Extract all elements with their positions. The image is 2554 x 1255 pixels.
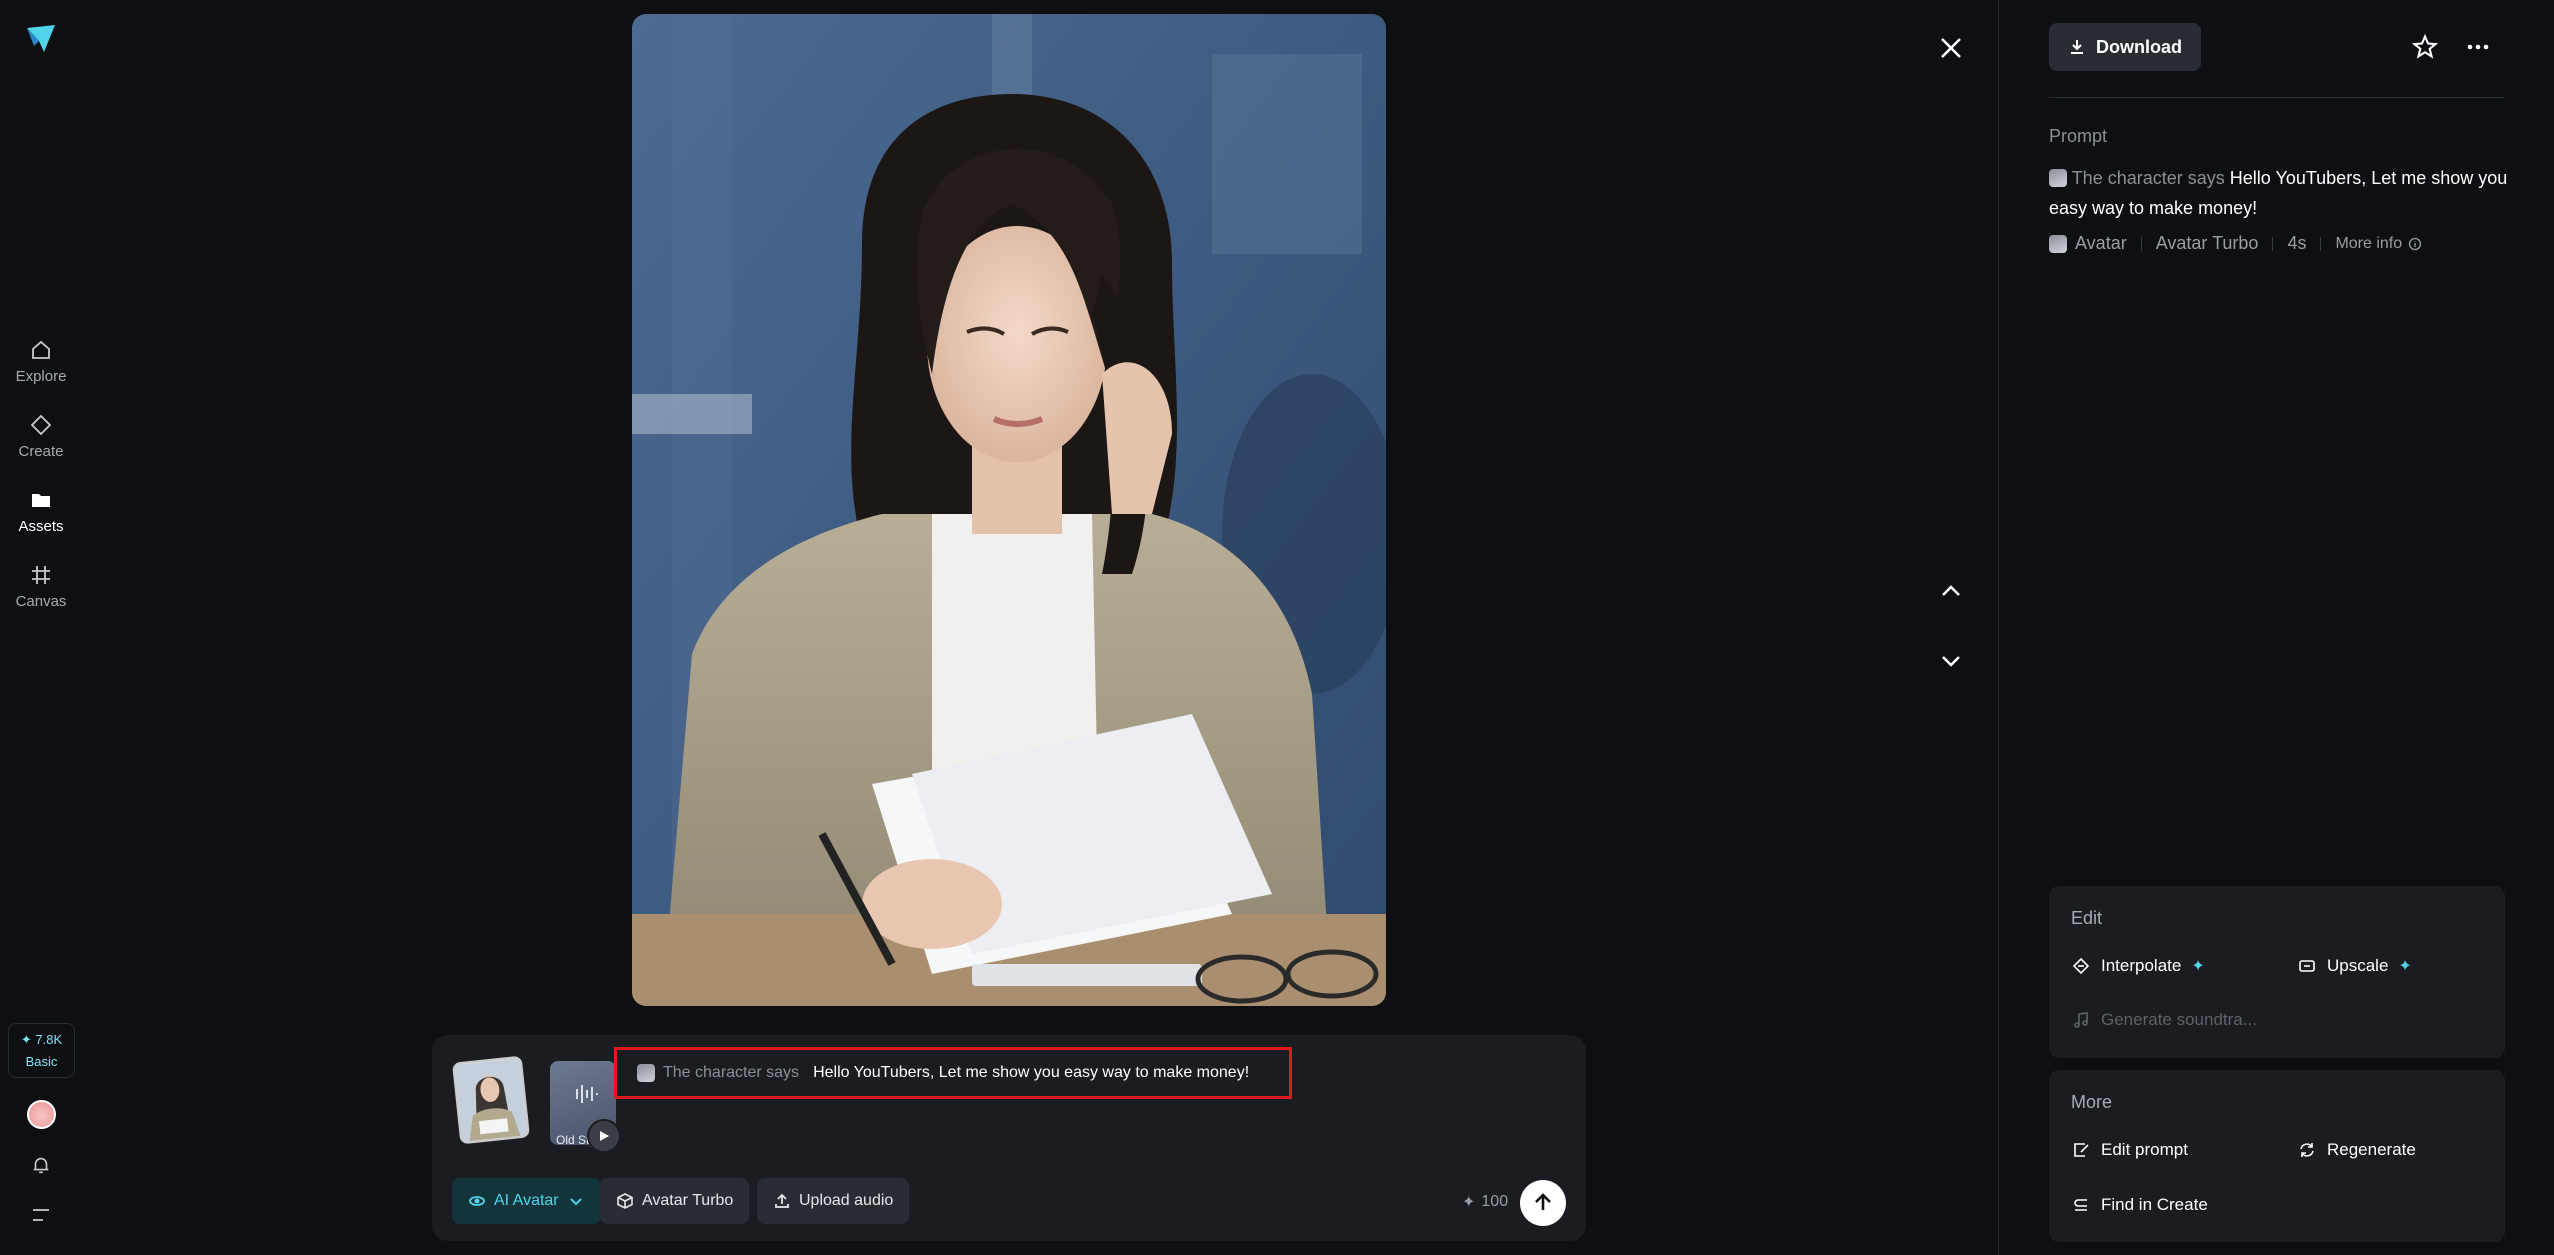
separator [2140,236,2142,251]
chevron-down-icon [569,1198,582,1206]
character-avatar-icon [637,1064,655,1082]
avatar[interactable] [27,1100,56,1129]
play-audio-button[interactable] [587,1119,621,1153]
character-avatar-icon [2049,169,2067,187]
more-card: More Edit prompt Regenerate Find in Crea… [2049,1070,2505,1242]
audio-wave-icon [576,1085,598,1103]
more-info-link[interactable]: More info [2335,235,2422,253]
folder-icon [32,494,50,507]
more-heading: More [2071,1092,2113,1112]
chevron-down-icon[interactable] [1938,648,1964,674]
meta-model: Avatar Turbo [2155,233,2259,253]
diamond-icon [30,414,52,436]
avatar-photo [632,14,1386,1006]
prompt-input[interactable]: The character says Hello YouTubers, Let … [614,1047,1292,1099]
plan-label: Basic [25,1054,58,1069]
download-label: Download [2096,36,2182,57]
download-icon [2071,40,2083,54]
prompt-composer: Old Style The character says Hello YouTu… [432,1035,1586,1241]
interpolate-label: Interpolate [2101,956,2182,975]
find-in-create-button[interactable]: Find in Create [2071,1195,2208,1215]
upload-icon [775,1193,789,1208]
info-icon [2409,237,2422,250]
interpolate-button[interactable]: Interpolate ✦ [2071,956,2205,976]
sidebar-item-label: Create [18,443,64,460]
sidebar-item-assets[interactable]: Assets [0,488,82,535]
credits-amount: ✦ 7.8K [20,1032,63,1047]
details-panel: Download Prompt The character says Hello… [1998,0,2554,1255]
sidebar-item-explore[interactable]: Explore [0,338,82,385]
frame-icon [32,566,50,584]
refresh-icon [2300,1143,2314,1157]
edit-icon [2074,1143,2089,1157]
music-note-icon [2074,1012,2088,1028]
generation-meta: Avatar Avatar Turbo 4s More info [2049,233,2422,254]
mode-label: AI Avatar [494,1192,559,1209]
sidebar-item-create[interactable]: Create [0,413,82,460]
close-icon[interactable] [1937,34,1965,62]
menu-icon[interactable] [31,1206,51,1224]
find-in-create-label: Find in Create [2101,1195,2208,1214]
sidebar-item-label: Canvas [15,593,67,610]
star-icon[interactable] [2411,33,2439,61]
credit-cost-value: 100 [1481,1193,1509,1210]
upload-audio-button[interactable]: Upload audio [757,1178,910,1224]
model-select[interactable]: Avatar Turbo [600,1178,750,1224]
separator [2272,236,2274,251]
avatar-mode-icon [469,1196,485,1206]
more-info-label: More info [2335,234,2403,252]
separator [2320,236,2322,251]
mode-dropdown[interactable]: AI Avatar [452,1178,601,1224]
edit-prompt-button[interactable]: Edit prompt [2071,1140,2188,1160]
meta-type: Avatar [2075,233,2127,253]
upscale-label: Upscale [2327,956,2389,975]
regenerate-button[interactable]: Regenerate [2297,1140,2416,1160]
meta-duration: 4s [2287,233,2307,253]
sidebar-item-label: Explore [15,368,67,385]
sidebar-item-label: Assets [18,518,64,535]
spark-icon: ✦ [1462,1194,1476,1211]
home-icon [32,340,50,359]
edit-heading: Edit [2071,908,2103,928]
regenerate-label: Regenerate [2327,1140,2416,1159]
model-label: Avatar Turbo [642,1192,734,1209]
cube-icon [617,1193,633,1209]
app-logo-icon[interactable] [24,22,58,56]
upscale-button[interactable]: Upscale ✦ [2297,956,2412,976]
spark-icon: ✦ [2191,958,2205,975]
chevron-up-icon[interactable] [1938,578,1964,604]
arrow-up-icon [1535,1193,1551,1210]
generate-soundtrack-button[interactable]: Generate soundtra... [2071,1010,2257,1030]
prompt-detail: The character says Hello YouTubers, Let … [2049,163,2509,223]
upload-label: Upload audio [799,1192,894,1209]
spark-icon: ✦ [2398,958,2412,975]
credit-cost: ✦ 100 [1462,1192,1508,1212]
interpolate-icon [2072,957,2090,975]
send-button[interactable] [1520,1180,1566,1226]
edit-card: Edit Interpolate ✦ Upscale ✦ Generate so… [2049,886,2505,1058]
sidebar-item-canvas[interactable]: Canvas [0,563,82,610]
sidebar: Explore Create Assets Canvas ✦ 7.8K Basi… [0,0,82,1255]
play-icon [600,1131,609,1141]
character-avatar-icon [2049,234,2067,253]
soundtrack-label: Generate soundtra... [2101,1010,2257,1029]
return-icon [2074,1199,2087,1211]
download-button[interactable]: Download [2049,23,2201,71]
credits-badge[interactable]: ✦ 7.8K Basic [8,1023,75,1078]
prompt-tag: The character says [663,1064,800,1081]
edit-prompt-label: Edit prompt [2101,1140,2188,1159]
prompt-tag: The character says [2071,168,2225,188]
avatar-thumbnail[interactable] [451,1055,531,1145]
divider [2049,97,2505,98]
more-options-icon[interactable] [2465,36,2491,58]
prompt-text: Hello YouTubers, Let me show you easy wa… [813,1064,1250,1081]
upscale-icon [2299,960,2315,972]
bell-icon[interactable] [30,1154,52,1176]
prompt-heading: Prompt [2049,126,2108,146]
video-preview[interactable] [632,14,1386,1006]
